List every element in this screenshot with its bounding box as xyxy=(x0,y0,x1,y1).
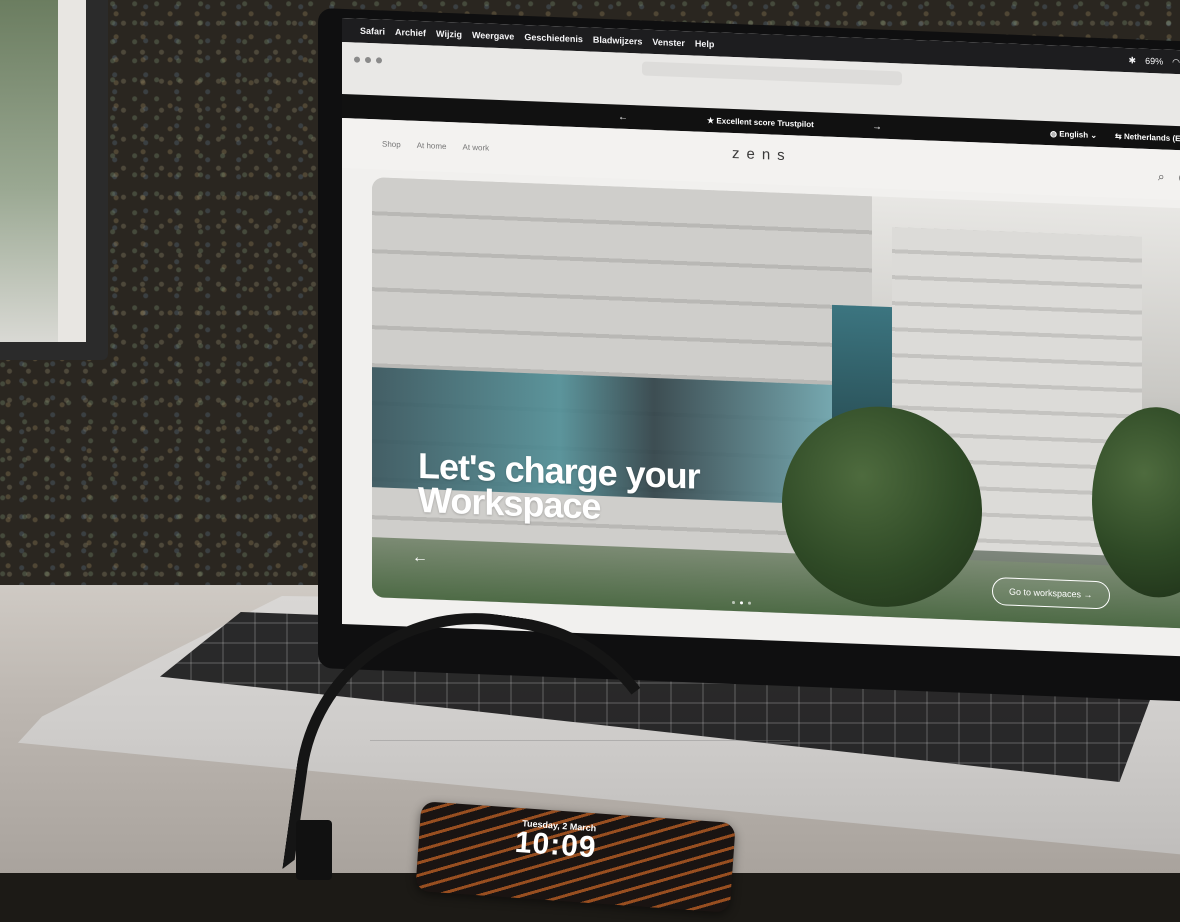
site-logo[interactable]: zens xyxy=(732,145,792,164)
laptop-screen: Safari Archief Wijzig Weergave Geschiede… xyxy=(342,18,1180,658)
window-controls xyxy=(354,56,382,64)
language-selector[interactable]: ◍ English ⌄ xyxy=(1050,129,1097,140)
cable-plug xyxy=(296,820,332,880)
prev-announcement-icon[interactable]: ← xyxy=(618,111,628,122)
close-window-icon[interactable] xyxy=(354,56,360,63)
region-selector[interactable]: ⇆ Netherlands (EUR xyxy=(1115,131,1180,143)
menu-wijzig[interactable]: Wijzig xyxy=(436,29,462,40)
hero-banner: Let's charge your Workspace ← Go to work… xyxy=(372,177,1180,630)
wifi-icon[interactable]: ◠ xyxy=(1172,56,1180,67)
menu-help[interactable]: Help xyxy=(695,39,715,50)
main-nav: Shop At home At work xyxy=(382,140,489,153)
nav-shop[interactable]: Shop xyxy=(382,140,401,150)
trustpilot-text[interactable]: ★ Excellent score Trustpilot xyxy=(707,116,814,129)
nav-at-home[interactable]: At home xyxy=(417,141,447,151)
battery-percent[interactable]: 69% xyxy=(1145,55,1163,67)
menu-bladwijzers[interactable]: Bladwijzers xyxy=(593,35,643,47)
slider-dot[interactable] xyxy=(732,600,735,605)
slider-dot-active[interactable] xyxy=(740,601,743,605)
address-bar[interactable] xyxy=(642,61,902,86)
header-icons: ⌕ ◯ xyxy=(1158,169,1180,185)
menu-geschiedenis[interactable]: Geschiedenis xyxy=(524,32,583,44)
slider-prev-arrow-icon[interactable]: ← xyxy=(412,549,428,568)
minimize-window-icon[interactable] xyxy=(365,56,371,64)
slider-dot[interactable] xyxy=(748,601,751,605)
currency-icon: ⇆ xyxy=(1115,131,1124,141)
menu-venster[interactable]: Venster xyxy=(652,37,685,48)
trustpilot-icon: ★ xyxy=(707,115,717,125)
search-icon[interactable]: ⌕ xyxy=(1158,169,1165,184)
arrow-right-icon: → xyxy=(1083,589,1093,600)
menu-weergave[interactable]: Weergave xyxy=(472,30,514,42)
nav-at-work[interactable]: At work xyxy=(462,143,489,153)
menu-status-area: ✱ 69% ◠ ⌕ xyxy=(1129,55,1180,69)
left-monitor xyxy=(0,0,108,360)
hero-title: Let's charge your Workspace xyxy=(418,445,700,528)
menu-safari[interactable]: Safari xyxy=(360,26,385,37)
menu-archief[interactable]: Archief xyxy=(395,27,426,38)
globe-icon: ◍ xyxy=(1050,128,1060,139)
zoom-window-icon[interactable] xyxy=(376,57,382,64)
left-monitor-screen xyxy=(0,0,86,342)
bluetooth-icon[interactable]: ✱ xyxy=(1129,55,1137,66)
chevron-down-icon: ⌄ xyxy=(1090,130,1098,140)
next-announcement-icon[interactable]: → xyxy=(872,121,882,132)
locale-selectors: ◍ English ⌄ ⇆ Netherlands (EUR xyxy=(1050,129,1180,143)
go-to-workspaces-button[interactable]: Go to workspaces → xyxy=(992,576,1110,610)
phone-time: 10:09 xyxy=(513,825,598,865)
